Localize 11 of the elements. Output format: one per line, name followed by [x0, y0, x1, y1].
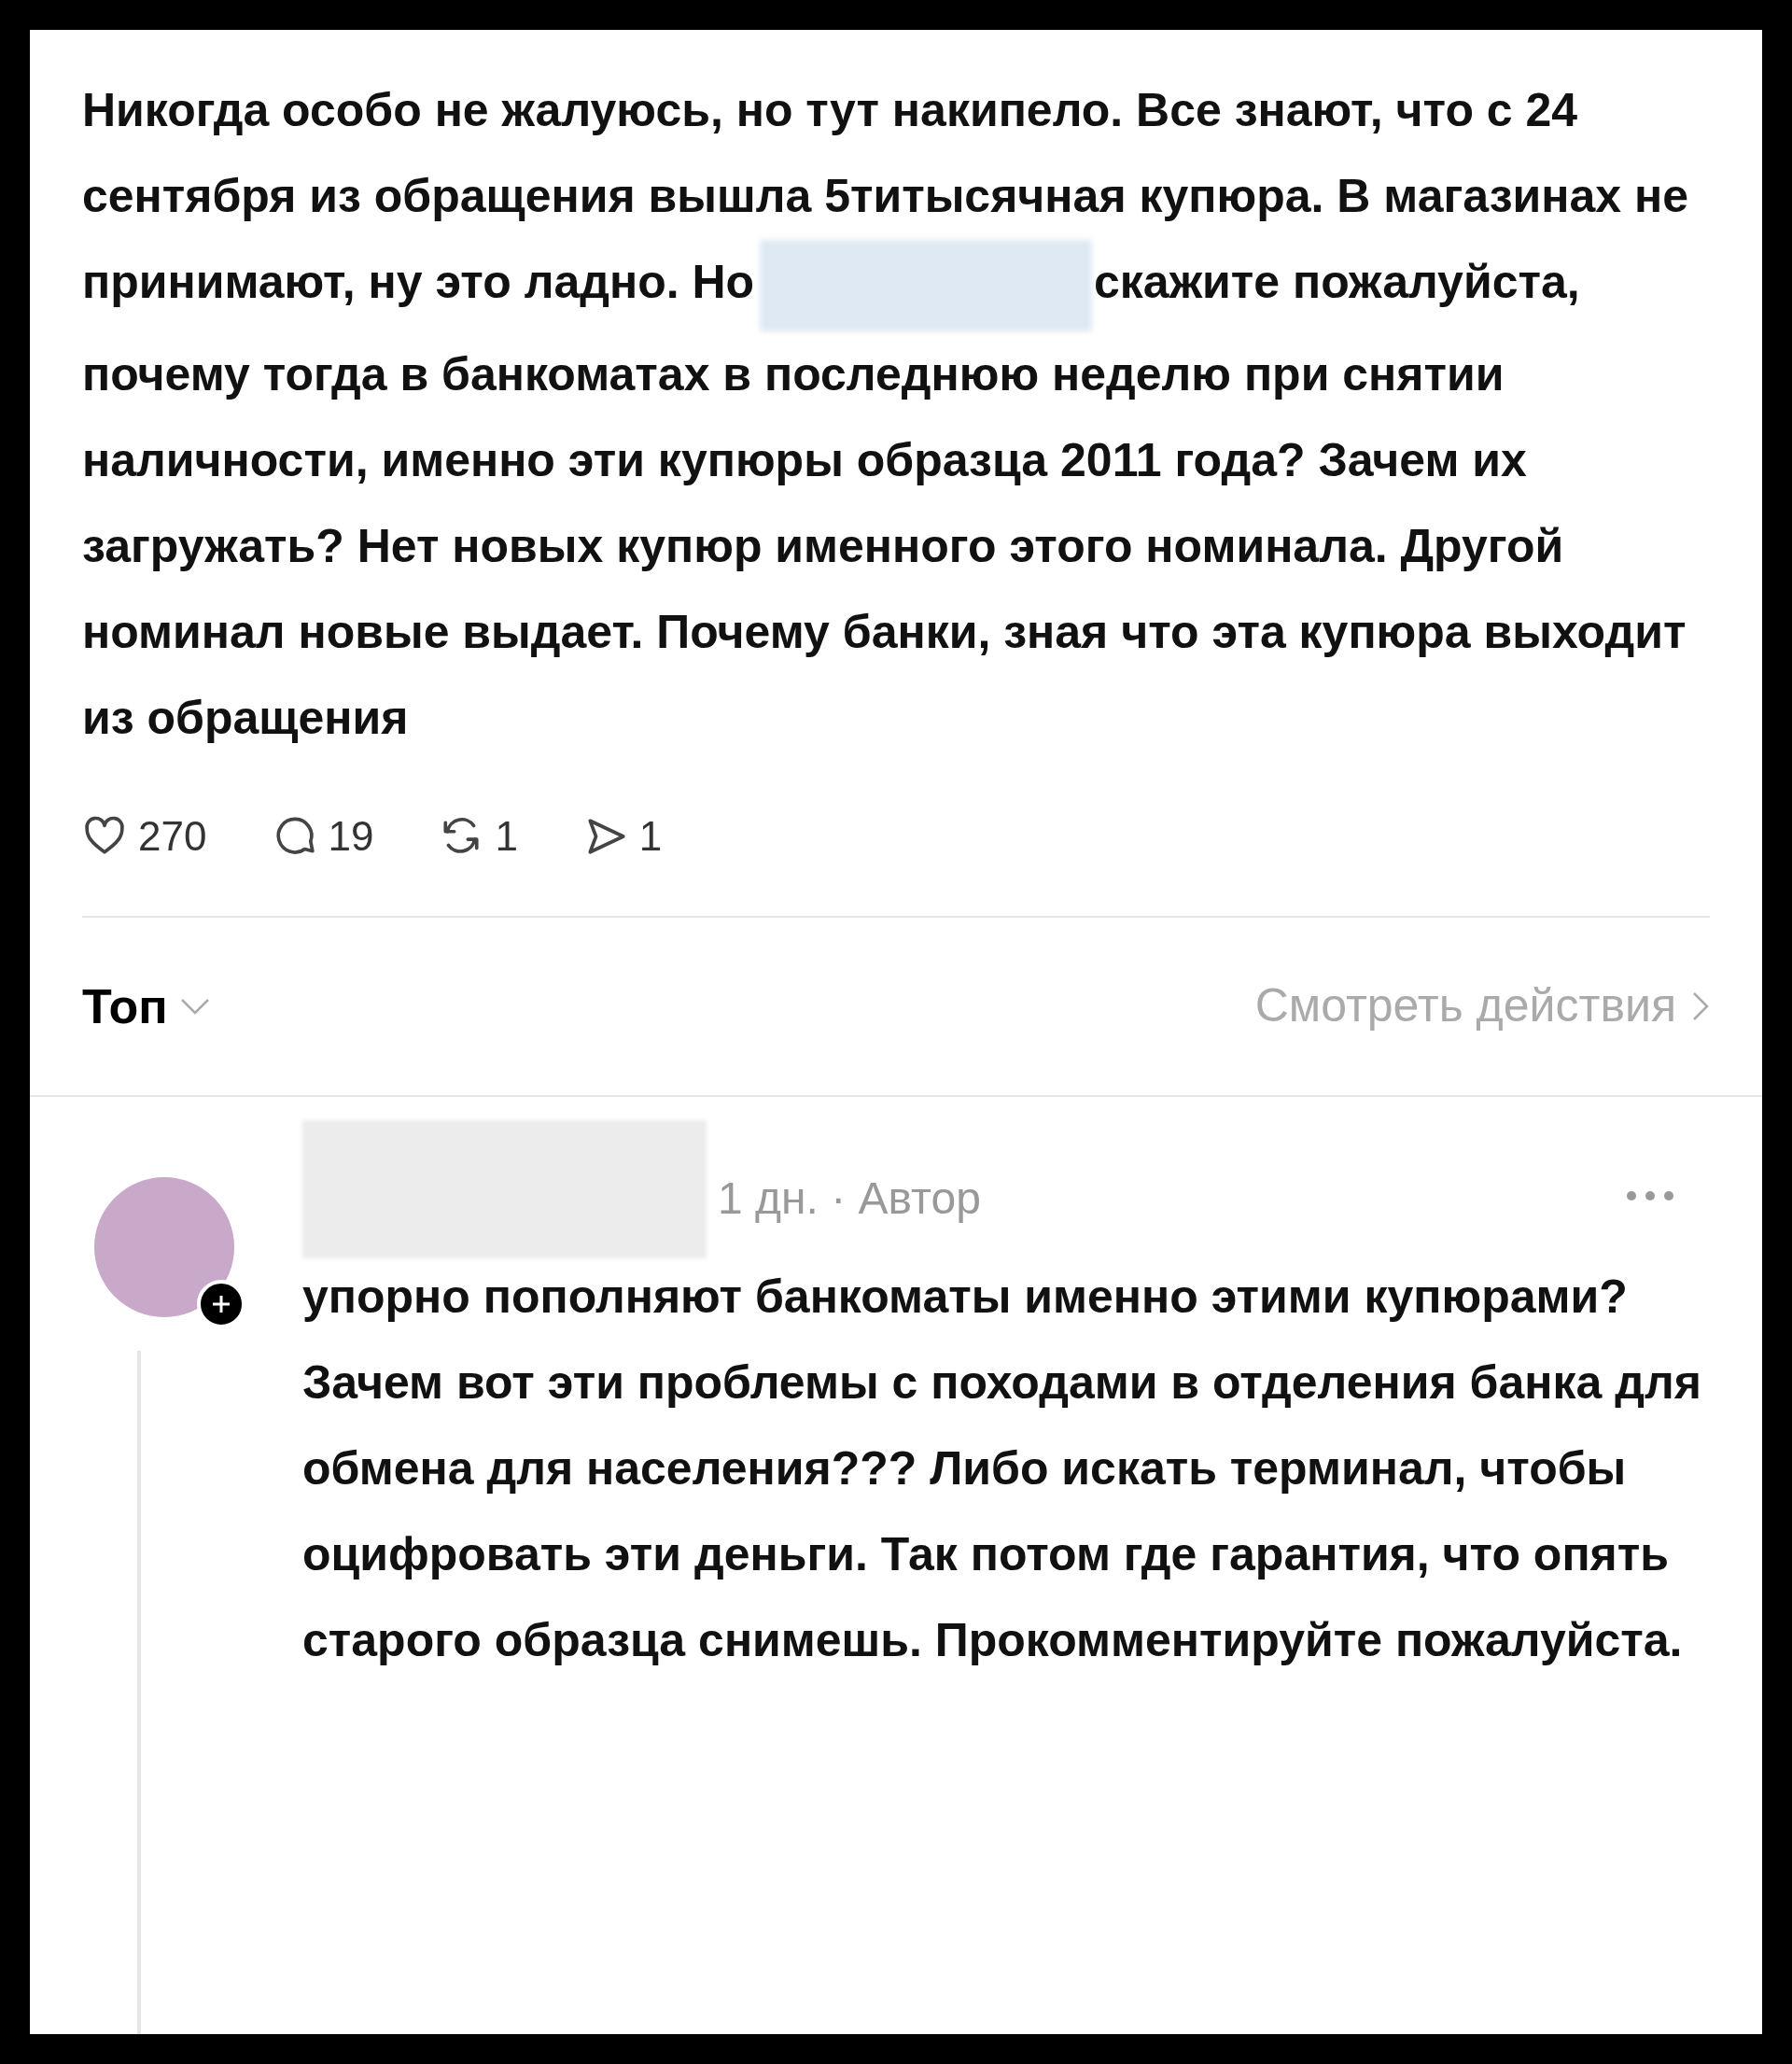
like-button[interactable]: 270	[82, 805, 207, 867]
share-button[interactable]: 1	[582, 805, 663, 867]
comment-button[interactable]: 19	[272, 805, 374, 867]
chevron-right-icon	[1691, 990, 1710, 1022]
reply-meta: 1 дн. · Автор	[718, 1172, 981, 1225]
repost-button[interactable]: 1	[439, 805, 518, 867]
more-icon[interactable]	[1626, 1189, 1674, 1201]
reply-text: упорно пополняют банкоматы именно этими купюрами? Зачем вот эти проблемы с походами в отделения банка для обмена для населения??? Либо искать терминал, чтобы оцифровать эти деньги. Так потом где гарантия, что опять старого образца снимешь. Прокомментируйте пожалуйста.	[302, 1269, 1702, 1668]
post-text: Никогда особо не жалуюсь, но тут накипело. Все знают, что с 24 сентября из обращения вышла 5титысячная купюра. В магазинах не принимают, ну это ладно. Но скажите пожалуйста, почему тогда в банкоматах в последнюю неделю при снятии наличности, именно эти купюры образца 2011 года? Зачем их загружать? Нет новых купюр именного этого номинала. Другой номинал новые выдает. Почему банки, зная что эта купюра выходит из обращения	[82, 83, 1689, 746]
sort-dropdown[interactable]: Топ	[82, 969, 211, 1043]
chevron-down-icon	[178, 996, 211, 1016]
